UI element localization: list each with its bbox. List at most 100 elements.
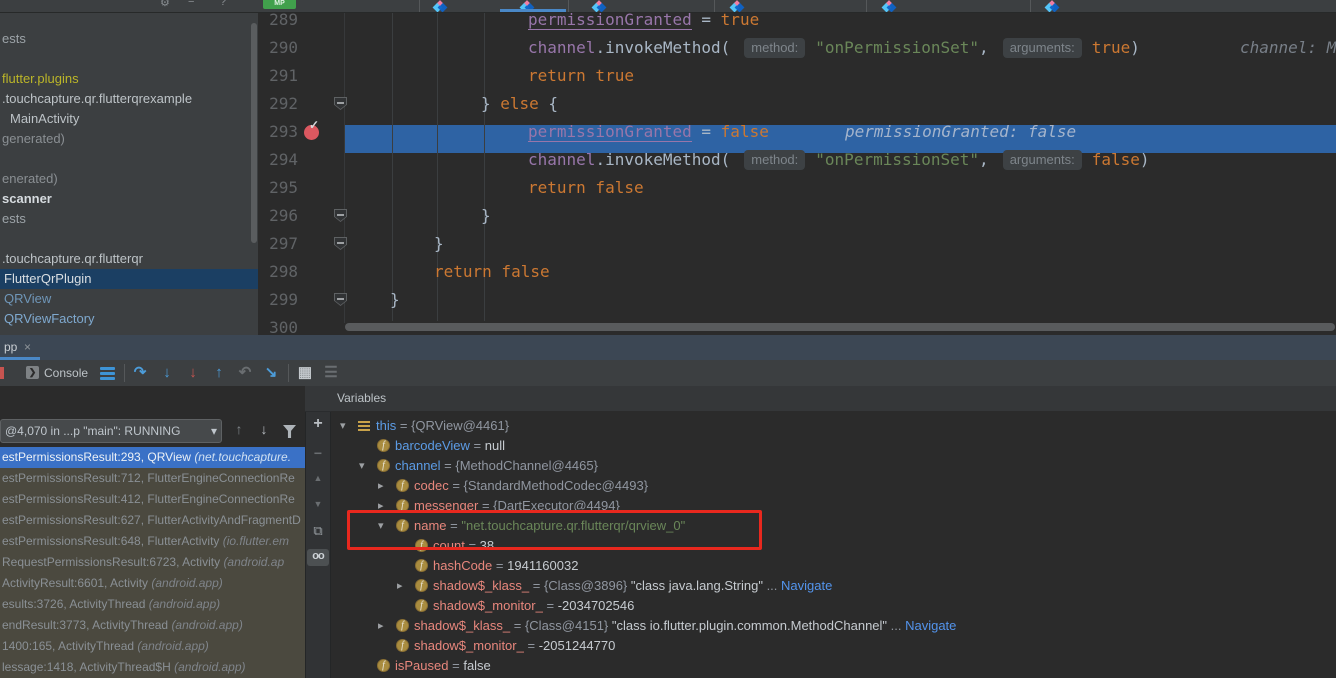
code-line[interactable]: } — [390, 286, 400, 314]
stack-frame-row[interactable]: ActivityResult:6601, Activity (android.a… — [0, 573, 305, 594]
code-line[interactable]: return true — [528, 62, 634, 90]
project-tree-item[interactable]: QRView — [0, 289, 258, 309]
project-item-label: FlutterQrPlugin — [0, 271, 91, 286]
variable-row[interactable]: fisPaused = false — [331, 656, 1336, 676]
navigate-link[interactable]: Navigate — [905, 618, 956, 633]
duplicate-watch-button[interactable]: ⧉ — [306, 523, 330, 539]
add-watch-button[interactable]: + — [306, 415, 330, 433]
layout-options-icon[interactable] — [100, 367, 115, 379]
force-step-into-button[interactable]: ↓ — [184, 360, 202, 386]
project-item-label: flutter.plugins — [0, 71, 79, 86]
step-into-button[interactable]: ↓ — [158, 360, 176, 386]
highlight-annotation-box — [347, 510, 762, 550]
move-watch-up-button[interactable]: ▲ — [306, 473, 330, 483]
code-fold-marker[interactable] — [334, 97, 347, 110]
project-tree-item[interactable]: ests — [0, 29, 258, 49]
project-tree-item[interactable]: QRViewFactory — [0, 309, 258, 329]
debugger-tab-icon[interactable] — [0, 367, 4, 379]
code-line[interactable]: return false — [528, 174, 644, 202]
code-line[interactable]: } — [434, 230, 444, 258]
project-tree-item[interactable]: generated) — [0, 129, 258, 149]
stack-frame-row[interactable]: estPermissionsResult:648, FlutterActivit… — [0, 531, 305, 552]
code-fold-marker[interactable] — [334, 293, 347, 306]
stack-frame-row[interactable]: estPermissionsResult:293, QRView (net.to… — [0, 447, 305, 468]
code-line[interactable]: permissionGranted = false — [528, 118, 769, 146]
variable-row[interactable]: fhashCode = 1941160032 — [331, 556, 1336, 576]
code-line[interactable]: channel.invokeMethod(method:"onPermissio… — [528, 146, 1150, 174]
line-number: 296 — [262, 202, 298, 230]
stack-frame-row[interactable]: estPermissionsResult:412, FlutterEngineC… — [0, 489, 305, 510]
stack-frame-row[interactable]: estPermissionsResult:627, FlutterActivit… — [0, 510, 305, 531]
stack-frame-row[interactable]: lessage:1418, ActivityThread$H (android.… — [0, 657, 305, 678]
chevron-right-icon[interactable]: ▸ — [378, 476, 384, 496]
stack-frame-row[interactable]: RequestPermissionsResult:6723, Activity … — [0, 552, 305, 573]
editor-horizontal-scrollbar[interactable] — [345, 323, 1335, 331]
line-number: 292 — [262, 90, 298, 118]
variable-row[interactable]: ▸fshadow$_klass_ = {Class@3896} "class j… — [331, 576, 1336, 596]
show-watches-toggle[interactable]: oo — [307, 549, 329, 566]
stack-frame-row[interactable]: 1400:165, ActivityThread (android.app) — [0, 636, 305, 657]
run-to-cursor-button[interactable]: ↘ — [262, 360, 280, 386]
thread-selector-dropdown[interactable]: @4,070 in ...p "main": RUNNING ▾ — [0, 419, 222, 443]
variable-row[interactable]: ▾fchannel = {MethodChannel@4465} — [331, 456, 1336, 476]
chevron-right-icon[interactable]: ▸ — [397, 576, 403, 596]
variable-row[interactable]: fbarcodeView = null — [331, 436, 1336, 456]
variable-row[interactable]: ▸fshadow$_klass_ = {Class@4151} "class i… — [331, 616, 1336, 636]
step-out-button[interactable]: ↑ — [210, 360, 228, 386]
project-tree-item[interactable]: scanner — [0, 189, 258, 209]
code-fold-marker[interactable] — [334, 237, 347, 250]
project-item-label: ests — [0, 211, 26, 226]
chevron-down-icon[interactable]: ▾ — [359, 456, 365, 476]
move-watch-down-button[interactable]: ▼ — [306, 499, 330, 509]
chevron-right-icon[interactable]: ▸ — [378, 616, 384, 636]
code-line[interactable]: } — [481, 202, 491, 230]
code-line[interactable]: permissionGranted = true — [528, 13, 759, 34]
line-number: 289 — [262, 13, 298, 34]
stack-frame-row[interactable]: esults:3726, ActivityThread (android.app… — [0, 594, 305, 615]
layout-settings-button[interactable]: ☰ — [322, 360, 340, 386]
evaluate-expression-button[interactable]: ▦ — [296, 360, 314, 386]
variable-value: ... — [887, 618, 905, 633]
project-tree-item[interactable]: flutter.plugins — [0, 69, 258, 89]
variable-row[interactable]: fshadow$_monitor_ = -2051244770 — [331, 636, 1336, 656]
project-tree-item[interactable]: MainActivity — [0, 109, 258, 129]
code-line[interactable]: channel.invokeMethod(method:"onPermissio… — [528, 34, 1140, 62]
drop-frame-button[interactable]: ↶ — [236, 360, 254, 386]
project-tree-item[interactable]: .touchcapture.qr.flutterqr — [0, 249, 258, 269]
variable-entry: this = {QRView@4461} — [376, 416, 509, 436]
project-tree-item[interactable]: ests — [0, 209, 258, 229]
frame-package-label: (net.touchcapture. — [194, 450, 291, 464]
remove-watch-button[interactable]: − — [306, 445, 330, 461]
status-badge: MP — [263, 0, 296, 9]
collapse-icon[interactable]: − — [188, 0, 194, 8]
chevron-down-icon[interactable]: ▾ — [340, 416, 346, 436]
console-icon[interactable]: ❯ — [26, 366, 39, 379]
close-icon[interactable]: × — [24, 335, 31, 359]
filter-frames-icon[interactable] — [283, 425, 296, 438]
variable-row[interactable]: ▾ this = {QRView@4461} — [331, 416, 1336, 436]
previous-frame-button[interactable]: ↑ — [230, 421, 248, 437]
code-editor[interactable]: 289290291292293294295296297298299300 per… — [258, 13, 1336, 335]
project-tree-item[interactable]: FlutterQrPlugin — [0, 269, 258, 289]
project-scrollbar[interactable] — [251, 23, 257, 243]
project-tree-item[interactable] — [0, 229, 258, 249]
code-line[interactable]: return false — [434, 258, 550, 286]
code-token: .invokeMethod( — [595, 38, 730, 57]
code-fold-marker[interactable] — [334, 209, 347, 222]
stack-frame-row[interactable]: estPermissionsResult:712, FlutterEngineC… — [0, 468, 305, 489]
project-tree-item[interactable]: enerated) — [0, 169, 258, 189]
project-tree-item[interactable] — [0, 49, 258, 69]
project-tree-item[interactable] — [0, 149, 258, 169]
tab-console[interactable]: Console — [44, 360, 88, 386]
help-icon[interactable]: ? — [220, 0, 226, 8]
breakpoint-icon[interactable]: ✓ — [304, 125, 319, 140]
next-frame-button[interactable]: ↓ — [255, 421, 273, 437]
navigate-link[interactable]: Navigate — [781, 578, 832, 593]
code-line[interactable]: } else { — [481, 90, 558, 118]
variable-row[interactable]: fshadow$_monitor_ = -2034702546 — [331, 596, 1336, 616]
gear-icon[interactable]: ⚙ — [160, 0, 170, 9]
project-tree-item[interactable]: .touchcapture.qr.flutterqrexample — [0, 89, 258, 109]
stack-frame-row[interactable]: endResult:3773, ActivityThread (android.… — [0, 615, 305, 636]
variable-row[interactable]: ▸fcodec = {StandardMethodCodec@4493} — [331, 476, 1336, 496]
step-over-button[interactable]: ↷ — [131, 360, 149, 386]
